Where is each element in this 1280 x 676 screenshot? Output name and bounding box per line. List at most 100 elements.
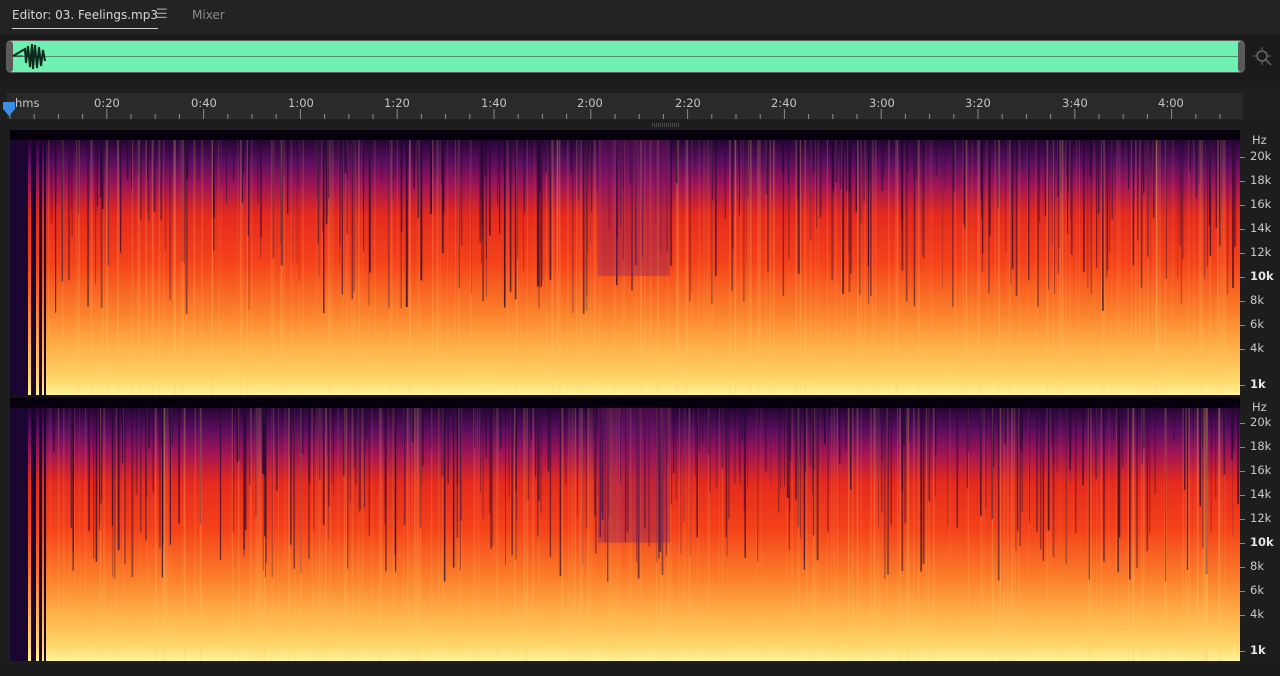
spectrogram-streak (786, 398, 789, 498)
freq-label: 6k (1250, 583, 1264, 597)
spectrogram-streak (103, 398, 106, 661)
spectrogram-streak (1056, 398, 1058, 472)
spectrogram-streak (1090, 398, 1092, 661)
spectrogram-streak (117, 398, 120, 551)
spectrogram-streak (1135, 130, 1137, 395)
playhead-marker[interactable] (3, 102, 15, 118)
spectrogram-streak (1132, 130, 1135, 266)
zoom-icon[interactable] (1252, 46, 1274, 68)
spectrogram-streak (922, 398, 925, 564)
spectrogram-streak (364, 398, 365, 508)
spectrogram-streak (750, 130, 752, 395)
spectrogram-streak (1052, 130, 1055, 395)
spectrogram-streak (100, 398, 102, 661)
spectrogram-streak (248, 130, 250, 310)
spectrogram-streak (1104, 130, 1105, 395)
spectrogram-streak (760, 398, 762, 661)
spectrogram-streak (328, 398, 330, 507)
spectrogram-streak (1165, 398, 1167, 661)
spectrogram-streak (708, 130, 710, 395)
spectrogram-streak (405, 130, 408, 307)
spectrogram-streak (347, 398, 349, 569)
spectrogram-streak (593, 130, 596, 395)
spectrogram-streak (804, 130, 807, 395)
freq-label: 18k (1250, 439, 1272, 453)
spectrogram-streak (1007, 130, 1009, 395)
spectrogram-streak (1017, 398, 1019, 532)
spectrogram-streak (586, 130, 588, 254)
spectrogram-streak (561, 398, 563, 661)
spectrogram-streak (549, 398, 552, 558)
spectrogram-streak (160, 130, 162, 220)
spectrogram-streak (1192, 130, 1195, 395)
ruler-label: 2:00 (577, 96, 603, 110)
spectral-channel-right[interactable] (10, 398, 1240, 661)
spectrogram-streak (559, 130, 561, 395)
spectrogram-streak (691, 130, 693, 395)
spectrogram-streak (855, 130, 857, 213)
spectrogram-streak (358, 130, 360, 395)
spectrogram-streak (873, 398, 875, 661)
spectrogram-streak (813, 398, 815, 470)
overview-right-handle[interactable] (1238, 41, 1244, 72)
spectrogram-streak (1005, 130, 1007, 251)
spectrogram-streak (409, 130, 411, 395)
spectrogram-streak (508, 398, 510, 498)
spectrogram-streak (212, 130, 215, 218)
spectrogram-streak (329, 130, 332, 395)
spectrogram-streak (1198, 130, 1201, 395)
spectrogram-streak (456, 398, 459, 538)
spectral-channel-left[interactable] (10, 130, 1240, 395)
spectrogram-streak (71, 130, 73, 237)
freq-label: 18k (1250, 173, 1272, 187)
tab-mixer[interactable]: Mixer (192, 8, 225, 22)
spectrogram-streak (254, 398, 257, 661)
spectrogram-streak (728, 398, 730, 519)
spectrogram-streak (1078, 130, 1080, 395)
freq-label: 1k (1250, 643, 1266, 657)
ruler-label: 1:20 (384, 96, 410, 110)
spectrogram-streak (577, 398, 578, 517)
spectrogram-streak (1172, 130, 1174, 395)
ruler-label: 2:40 (771, 96, 797, 110)
spectrogram-streak (309, 398, 311, 484)
timeline-ruler[interactable]: hms 0:20 0:40 1:00 1:20 1:40 2:00 2:20 2… (6, 92, 1244, 120)
spectrogram-streak (351, 398, 354, 661)
spectrogram-streak (739, 398, 741, 485)
spectrogram-streak (810, 130, 812, 240)
spectrogram-streak (589, 398, 591, 661)
spectrogram-streak (848, 130, 850, 253)
spectrogram-streak (131, 130, 134, 395)
spectrogram-streak (514, 130, 517, 300)
spectrogram-streak (878, 398, 879, 528)
spectrogram-streak (860, 398, 862, 661)
spectrogram-streak (486, 130, 487, 298)
spectrogram-streak (778, 398, 780, 514)
spectrogram-streak (988, 130, 990, 294)
spectrogram-streak (158, 130, 161, 395)
spectrogram-streak (232, 398, 235, 533)
spectrogram-streak (1128, 398, 1129, 661)
spectrogram-streak (455, 130, 457, 395)
spectrogram-ceiling (10, 130, 1240, 140)
spectrogram-streak (925, 398, 927, 661)
overview-waveform[interactable] (6, 40, 1245, 73)
spectrogram-streak (1009, 130, 1011, 395)
tab-editor[interactable]: Editor: 03. Feelings.mp3 (12, 8, 158, 29)
spectrogram-streak (536, 130, 539, 287)
spectrogram-streak (1044, 130, 1046, 217)
spectrogram-streak (758, 130, 760, 395)
spectrogram-streak (931, 130, 933, 395)
spectrogram-streak (1010, 398, 1013, 661)
spectrogram-streak (913, 130, 916, 307)
spectrogram-streak (998, 130, 1000, 395)
hamburger-icon[interactable]: ☰ (156, 7, 168, 22)
spectrogram-streak (929, 130, 931, 395)
spectrogram-streak (1093, 130, 1095, 395)
spectrogram-streak (183, 130, 186, 263)
spectrogram-streak (1215, 398, 1217, 499)
ruler-label: 1:40 (481, 96, 507, 110)
spectrogram-streak (164, 130, 166, 251)
spectrogram-streak (826, 130, 828, 395)
channel-splitter-grip[interactable] (652, 123, 680, 127)
